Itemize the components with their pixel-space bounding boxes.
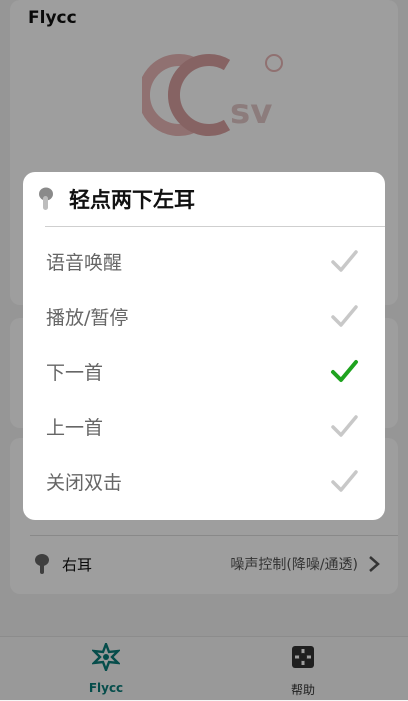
double-tap-left-ear-dialog: 轻点两下左耳 语音唤醒 播放/暂停 下一首 上一首 关闭双击: [23, 172, 385, 520]
option-play-pause[interactable]: 播放/暂停: [23, 287, 385, 342]
option-next-track[interactable]: 下一首: [23, 342, 385, 397]
check-icon: [331, 250, 358, 272]
option-label: 语音唤醒: [46, 252, 123, 274]
option-label: 下一首: [46, 362, 104, 384]
check-icon: [331, 305, 358, 327]
option-disable-double-tap[interactable]: 关闭双击: [23, 452, 385, 507]
option-label: 关闭双击: [46, 472, 123, 494]
option-label: 播放/暂停: [46, 307, 129, 329]
option-label: 上一首: [46, 417, 104, 439]
dialog-header: 轻点两下左耳: [23, 172, 385, 226]
check-icon: [331, 415, 358, 437]
option-voice-wakeup[interactable]: 语音唤醒: [23, 232, 385, 287]
dialog-divider: [45, 226, 385, 227]
check-icon: [331, 360, 358, 382]
option-previous-track[interactable]: 上一首: [23, 397, 385, 452]
left-earbud-icon: [39, 187, 53, 210]
dialog-title: 轻点两下左耳: [69, 188, 195, 212]
check-icon: [331, 470, 358, 492]
